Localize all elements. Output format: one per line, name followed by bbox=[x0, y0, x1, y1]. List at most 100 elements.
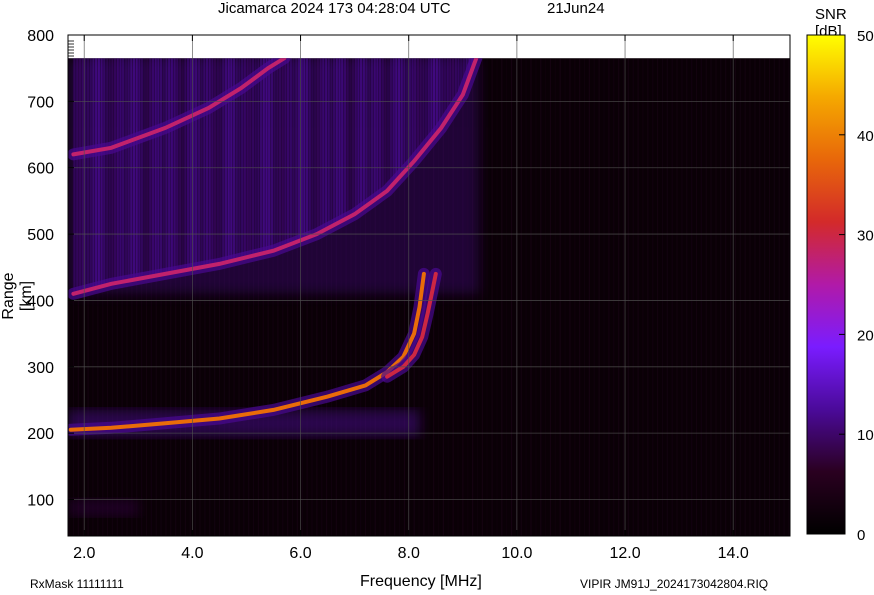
x-tick-label: 8.0 bbox=[398, 545, 420, 562]
noise-stripe bbox=[637, 58, 639, 537]
noise-stripe bbox=[491, 58, 493, 537]
spread-region bbox=[68, 499, 139, 517]
y-tick-label: 700 bbox=[27, 94, 54, 111]
x-tick-label: 12.0 bbox=[609, 545, 640, 562]
noise-stripe bbox=[622, 58, 625, 537]
noise-stripe bbox=[676, 58, 678, 537]
spread-streak bbox=[176, 58, 179, 272]
spread-streak bbox=[278, 58, 282, 249]
spread-streak bbox=[127, 58, 130, 281]
spread-streak bbox=[400, 58, 403, 177]
y-tick-label: 100 bbox=[27, 493, 54, 510]
noise-stripe bbox=[783, 58, 785, 537]
spread-streak bbox=[411, 58, 414, 165]
spread-streak bbox=[276, 58, 279, 250]
spread-streak bbox=[97, 58, 100, 288]
spread-streak bbox=[354, 58, 357, 215]
noise-stripe bbox=[510, 58, 513, 537]
colorbar-tick-label: 40 bbox=[857, 128, 874, 145]
spread-streak bbox=[251, 58, 255, 256]
spread-streak bbox=[259, 58, 263, 254]
spread-streak bbox=[76, 58, 79, 294]
noise-stripe bbox=[535, 58, 537, 537]
spread-streak bbox=[122, 58, 125, 282]
spread-streak bbox=[151, 58, 155, 277]
spread-streak bbox=[135, 58, 138, 280]
noise-stripe bbox=[725, 58, 727, 537]
ionogram-chart: 2.0 4.0 6.0 8.0 10.0 12.0 14.01002003004005006… bbox=[27, 28, 874, 562]
noise-stripe bbox=[613, 58, 615, 537]
colorbar-tick-label: 30 bbox=[857, 228, 874, 245]
spread-streak bbox=[349, 58, 352, 218]
spread-streak bbox=[203, 58, 206, 267]
spread-streak bbox=[292, 58, 295, 244]
spread-streak bbox=[392, 58, 395, 185]
spread-streak bbox=[389, 58, 392, 188]
spread-streak bbox=[170, 58, 173, 273]
spread-streak bbox=[333, 58, 336, 226]
spread-streak bbox=[105, 58, 109, 286]
spread-streak bbox=[111, 58, 114, 284]
noise-stripe bbox=[700, 58, 702, 537]
spread-streak bbox=[341, 58, 344, 222]
spread-streak bbox=[173, 58, 176, 273]
spread-streak bbox=[197, 58, 200, 268]
noise-stripe bbox=[705, 58, 707, 537]
spread-streak bbox=[103, 58, 106, 286]
spread-streak bbox=[208, 58, 211, 266]
spread-streak bbox=[303, 58, 306, 240]
noise-stripe bbox=[720, 58, 722, 537]
spread-streak bbox=[357, 58, 360, 213]
noise-stripe bbox=[759, 58, 761, 537]
spread-streak bbox=[322, 58, 325, 232]
spread-streak bbox=[305, 58, 309, 239]
spread-streak bbox=[181, 58, 184, 271]
spread-streak bbox=[78, 58, 82, 293]
x-tick-label: 14.0 bbox=[718, 545, 749, 562]
spread-streak bbox=[362, 58, 365, 209]
spread-streak bbox=[424, 58, 428, 148]
noise-stripe bbox=[559, 58, 561, 537]
noise-stripe bbox=[661, 58, 664, 537]
colorbar-tick-label: 20 bbox=[857, 327, 874, 344]
noise-stripe bbox=[540, 58, 542, 537]
spread-streak bbox=[205, 58, 209, 267]
spread-streak bbox=[130, 58, 133, 281]
noise-stripe bbox=[608, 58, 610, 537]
noise-stripe bbox=[549, 58, 552, 537]
spread-streak bbox=[89, 58, 92, 290]
spread-streak bbox=[100, 58, 103, 287]
spread-streak bbox=[95, 58, 98, 289]
spread-streak bbox=[216, 58, 219, 265]
spread-streak bbox=[86, 58, 90, 291]
spread-streak bbox=[154, 58, 157, 276]
noise-stripe bbox=[506, 58, 508, 537]
spread-streak bbox=[295, 58, 298, 243]
colorbar-tick-label: 10 bbox=[857, 427, 874, 444]
spread-streak bbox=[365, 58, 368, 207]
spread-streak bbox=[254, 58, 257, 256]
spread-streak bbox=[108, 58, 111, 285]
noise-stripe bbox=[695, 58, 698, 537]
noise-stripe bbox=[583, 58, 586, 537]
noise-stripe bbox=[749, 58, 751, 537]
spread-streak bbox=[92, 58, 95, 289]
spread-streak bbox=[327, 58, 330, 229]
spread-streak bbox=[270, 58, 274, 252]
spread-streak bbox=[189, 58, 192, 270]
spread-streak bbox=[281, 58, 284, 248]
spread-streak bbox=[168, 58, 171, 274]
spread-streak bbox=[284, 58, 287, 247]
noise-stripe bbox=[618, 58, 620, 537]
noise-stripe bbox=[647, 58, 649, 537]
noise-stripe bbox=[481, 58, 483, 537]
spread-streak bbox=[433, 58, 436, 138]
spread-streak bbox=[162, 58, 165, 275]
spread-streak bbox=[73, 58, 76, 294]
spread-streak bbox=[287, 58, 290, 246]
noise-stripe bbox=[656, 58, 659, 537]
spread-streak bbox=[268, 58, 271, 252]
spread-streak bbox=[346, 58, 349, 219]
spread-streak bbox=[273, 58, 276, 251]
spread-streak bbox=[381, 58, 384, 195]
